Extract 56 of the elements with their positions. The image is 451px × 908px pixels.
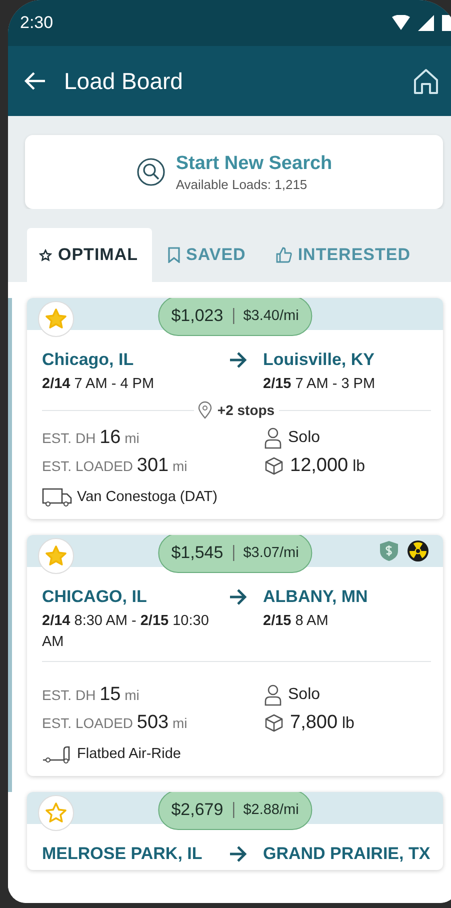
- star-icon[interactable]: [44, 801, 68, 825]
- load-card[interactable]: $1,545 $3.07/mi CHICAGO, IL 2/14 8:30 AM - 2/15 10:30 AM ALBANY, MN 2/15 8 AM EST. DH 15 mi Solo EST. LOADED 503 mi 7,800 lb Flatbed Air-Ride: [27, 535, 443, 776]
- location-pin-icon: [198, 401, 212, 419]
- person-icon: [264, 684, 282, 706]
- team-type: Solo: [288, 429, 320, 447]
- origin-city: CHICAGO, IL: [42, 587, 148, 607]
- shield-dollar-icon: [379, 540, 399, 562]
- pickup-time: 2/14 7 AM - 4 PM: [42, 375, 156, 394]
- radiation-icon: [407, 540, 429, 562]
- box-icon: [264, 713, 284, 733]
- tab[interactable]: OPTIMAL: [27, 228, 152, 282]
- arrow-icon: [229, 589, 247, 605]
- team-type: Solo: [288, 686, 320, 704]
- available-loads-count: Available Loads: 1,215: [176, 176, 308, 192]
- person-icon: [264, 427, 282, 449]
- star-icon: [39, 248, 52, 262]
- origin-city: MELROSE PARK, IL: [42, 844, 204, 864]
- home-icon[interactable]: [412, 67, 440, 95]
- delivery-time: 2/15 7 AM - 3 PM: [263, 375, 376, 394]
- loaded-distance: EST. LOADED 503 mi: [42, 712, 188, 734]
- star-icon[interactable]: [44, 307, 68, 331]
- truck-icon: [42, 487, 72, 507]
- equipment-type: Van Conestoga (DAT): [77, 489, 218, 505]
- start-search-button[interactable]: Start New Search Available Loads: 1,215: [25, 135, 443, 209]
- delivery-time: 2/15 8 AM: [263, 612, 330, 631]
- stops-count: +2 stops: [217, 402, 275, 418]
- load-card[interactable]: $2,679 $2.88/mi MELROSE PARK, IL GRAND PRAIRIE, TX: [27, 792, 443, 870]
- price-pill: $1,023 $3.40/mi: [158, 298, 312, 336]
- destination-city: Louisville, KY: [263, 350, 376, 370]
- load-weight: 12,000 lb: [290, 455, 366, 477]
- bookmark-icon: [168, 247, 180, 263]
- wifi-icon: [392, 15, 410, 31]
- status-time: 2:30: [20, 13, 54, 33]
- screen-title: Load Board: [64, 68, 184, 94]
- arrow-icon: [229, 352, 247, 368]
- deadhead-distance: EST. DH 15 mi: [42, 684, 140, 706]
- destination-city: ALBANY, MN: [263, 587, 369, 607]
- load-weight: 7,800 lb: [290, 712, 354, 734]
- price-pill: $1,545 $3.07/mi: [158, 535, 312, 573]
- signal-icon: [418, 15, 434, 31]
- back-arrow-icon[interactable]: [24, 71, 46, 91]
- loaded-distance: EST. LOADED 301 mi: [42, 455, 188, 477]
- pickup-time: 2/14 8:30 AM - 2/15 10:30 AM: [42, 612, 210, 652]
- star-icon[interactable]: [44, 544, 68, 568]
- origin-city: Chicago, IL: [42, 350, 135, 370]
- search-icon: [136, 157, 166, 187]
- box-icon: [264, 456, 284, 476]
- deadhead-distance: EST. DH 16 mi: [42, 427, 140, 449]
- flatbed-truck-icon: [42, 744, 72, 764]
- load-card[interactable]: $1,023 $3.40/mi Chicago, IL 2/14 7 AM - 4 PM Louisville, KY 2/15 7 AM - 3 PM +2 stops EST. DH 16 mi Solo EST. LOADED 301 mi 12,000 lb Van Conestoga (DAT): [27, 298, 443, 519]
- battery-icon: [442, 15, 451, 31]
- price-pill: $2,679 $2.88/mi: [158, 792, 312, 830]
- destination-city: GRAND PRAIRIE, TX: [263, 844, 432, 864]
- thumbs-up-icon: [276, 247, 292, 263]
- arrow-icon: [229, 846, 247, 862]
- equipment-type: Flatbed Air-Ride: [77, 746, 181, 762]
